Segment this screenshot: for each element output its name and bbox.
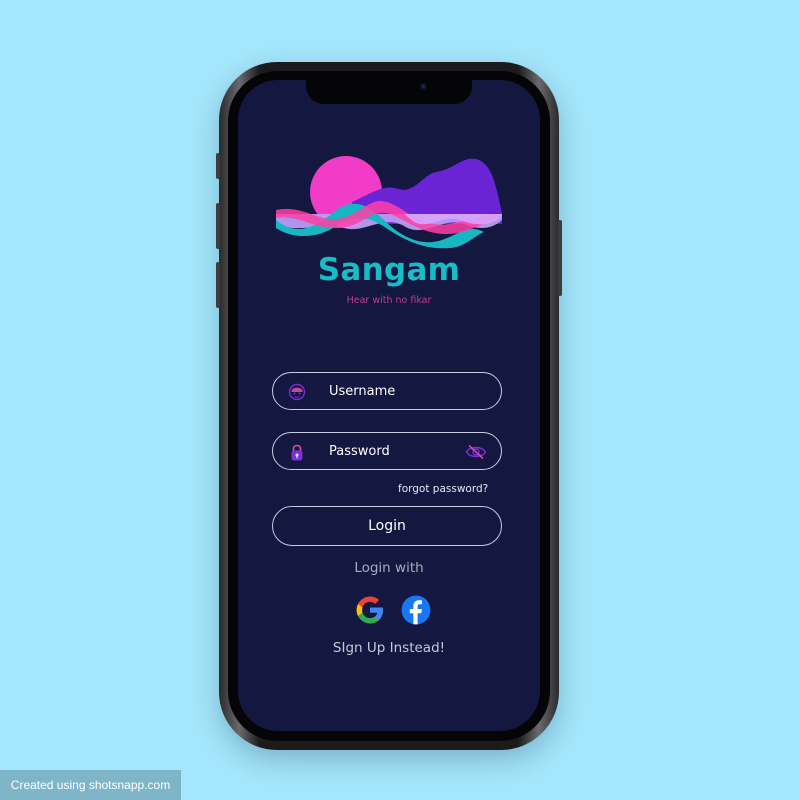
- password-input[interactable]: [329, 441, 459, 461]
- user-icon: [288, 383, 306, 401]
- forgot-password-link[interactable]: forgot password?: [398, 483, 488, 495]
- lock-icon: [291, 444, 303, 461]
- app-title: Sangam: [317, 252, 461, 288]
- camera-icon: [420, 83, 427, 90]
- login-with-label: Login with: [354, 560, 424, 576]
- app-screen: Sangam Hear with no fikar forgot passwor…: [238, 80, 540, 731]
- username-field[interactable]: [272, 372, 502, 410]
- password-field[interactable]: [272, 432, 502, 470]
- facebook-icon[interactable]: [400, 594, 432, 626]
- signup-link[interactable]: SIgn Up Instead!: [238, 640, 540, 656]
- phone-side-button: [216, 203, 220, 249]
- phone-side-button: [216, 262, 220, 308]
- logo-wave-icon: [276, 156, 502, 249]
- app-tagline: Hear with no fikar: [346, 295, 432, 306]
- watermark: Created using shotsnapp.com: [0, 770, 181, 800]
- eye-slash-icon[interactable]: [465, 443, 487, 461]
- login-button[interactable]: Login: [272, 506, 502, 546]
- phone-side-button: [216, 153, 220, 179]
- phone-notch: [306, 80, 472, 104]
- username-input[interactable]: [329, 381, 459, 401]
- phone-side-button: [558, 220, 562, 296]
- google-icon[interactable]: [354, 594, 386, 626]
